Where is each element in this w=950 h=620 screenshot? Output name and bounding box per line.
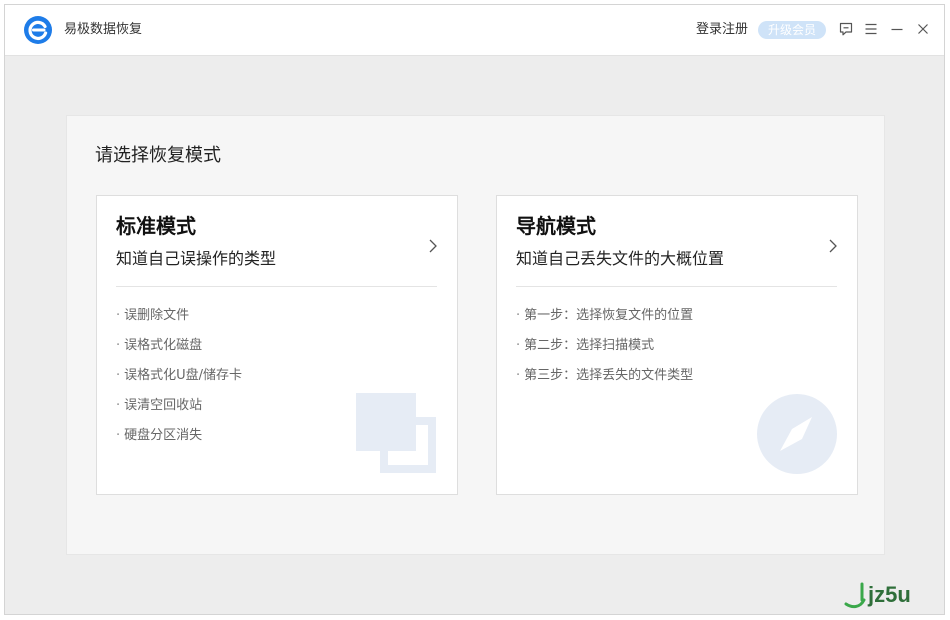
copy-squares-icon bbox=[356, 393, 438, 475]
list-item: · 误格式化磁盘 bbox=[116, 338, 203, 353]
list-item: · 误格式化U盘/储存卡 bbox=[116, 368, 243, 383]
standard-mode-card[interactable]: 标准模式 知道自己误操作的类型 · 误删除文件 · 误格式化磁盘 · 误格式化U盘/储… bbox=[96, 195, 458, 495]
list-item: · 误清空回收站 bbox=[116, 398, 203, 413]
chevron-right-icon bbox=[827, 237, 839, 255]
jz5u-watermark: jz5u bbox=[842, 578, 934, 610]
app-title: 易极数据恢复 bbox=[64, 22, 143, 37]
app-logo-icon bbox=[23, 15, 53, 45]
mode-selection-panel: 请选择恢复模式 标准模式 知道自己误操作的类型 · 误删除文件 · 误格式化磁盘 ·… bbox=[66, 115, 885, 555]
chevron-right-icon bbox=[427, 237, 439, 255]
navigation-mode-list: · 第一步：选择恢复文件的位置 · 第二步：选择扫描模式 · 第三步：选择丢失的文件类… bbox=[516, 307, 693, 397]
list-item: · 第一步：选择恢复文件的位置 bbox=[516, 308, 694, 323]
card-title: 导航模式 bbox=[516, 214, 596, 238]
card-divider bbox=[516, 286, 837, 287]
feedback-icon[interactable] bbox=[837, 20, 855, 38]
login-register-link[interactable]: 登录注册 bbox=[696, 21, 748, 39]
menu-icon[interactable] bbox=[862, 20, 880, 38]
compass-icon bbox=[756, 393, 838, 475]
title-bar: 易极数据恢复 登录注册 升级会员 bbox=[5, 5, 944, 56]
minimize-icon[interactable] bbox=[888, 20, 906, 38]
navigation-mode-card[interactable]: 导航模式 知道自己丢失文件的大概位置 · 第一步：选择恢复文件的位置 · 第二步：选… bbox=[496, 195, 858, 495]
panel-heading: 请选择恢复模式 bbox=[95, 145, 221, 166]
watermark-text: jz5u bbox=[867, 582, 911, 607]
list-item: · 第三步：选择丢失的文件类型 bbox=[516, 368, 694, 383]
close-icon[interactable] bbox=[914, 20, 932, 38]
standard-mode-list: · 误删除文件 · 误格式化磁盘 · 误格式化U盘/储存卡 · 误清空回收站 · 硬盘分区… bbox=[116, 307, 242, 457]
list-item: · 第二步：选择扫描模式 bbox=[516, 338, 655, 353]
card-title: 标准模式 bbox=[116, 214, 196, 238]
app-window: 易极数据恢复 登录注册 升级会员 请选择恢复模式 标准模式 知道自己误操作的类型… bbox=[4, 4, 945, 615]
card-subtitle: 知道自己丢失文件的大概位置 bbox=[516, 249, 725, 268]
list-item: · 误删除文件 bbox=[116, 308, 190, 323]
list-item: · 硬盘分区消失 bbox=[116, 428, 203, 443]
upgrade-membership-button[interactable]: 升级会员 bbox=[758, 21, 826, 39]
card-divider bbox=[116, 286, 437, 287]
card-subtitle: 知道自己误操作的类型 bbox=[116, 249, 277, 268]
